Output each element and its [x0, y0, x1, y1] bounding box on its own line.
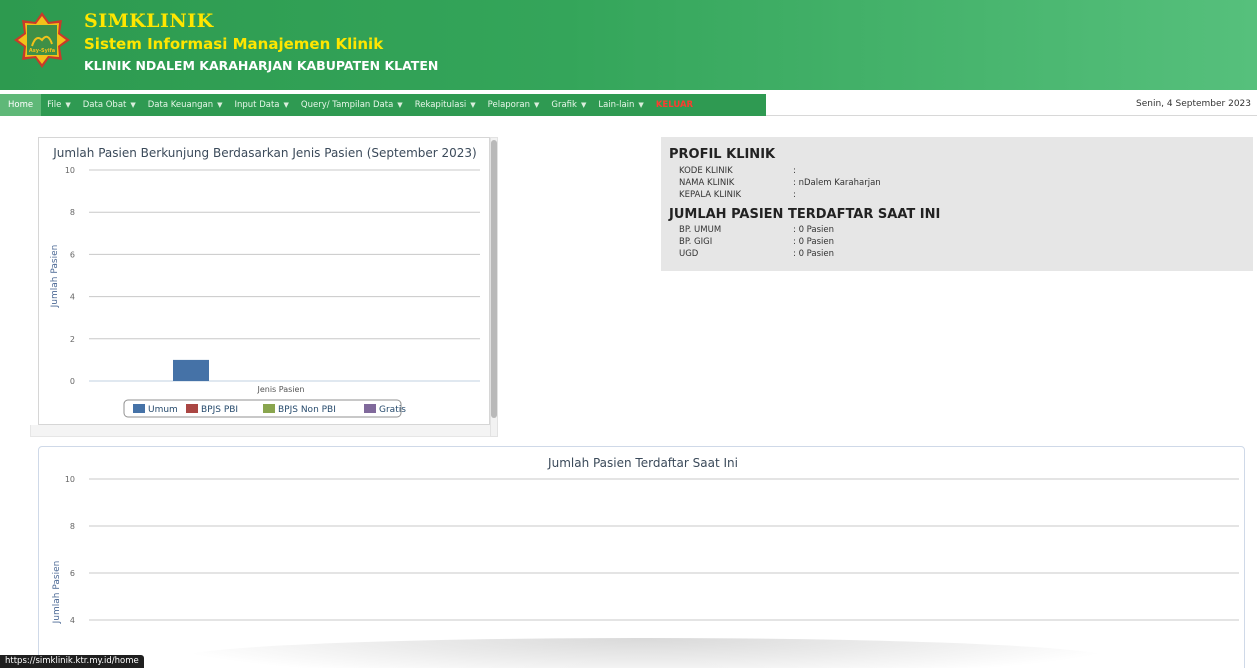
clinic-profile-box: PROFIL KLINIK KODE KLINIK: NAMA KLINIK : … [661, 137, 1253, 271]
y-tick-label: 8 [70, 522, 75, 531]
profile-row: KODE KLINIK: [679, 166, 796, 176]
clinic-logo: Asy-Syifa [14, 12, 70, 68]
menu-data-obat-label: Data Obat [82, 100, 127, 110]
menu-file[interactable]: File ▼ [41, 94, 77, 116]
menu-pelaporan[interactable]: Pelaporan ▼ [482, 94, 546, 116]
menu-lain-lain-label: Lain-lain [598, 100, 635, 110]
profile-row: NAMA KLINIK : nDalem Karaharjan [679, 178, 881, 188]
patient-row: BP. UMUM : 0 Pasien [679, 225, 834, 235]
legend-swatch [263, 404, 275, 413]
x-axis-label: Jenis Pasien [256, 385, 304, 394]
menu-home[interactable]: Home [0, 94, 42, 116]
app-header: Asy-Syifa SIMKLINIK Sistem Informasi Man… [0, 0, 1257, 90]
menu-input-data[interactable]: Input Data ▼ [229, 94, 295, 116]
current-date: Senin, 4 September 2023 [1136, 99, 1251, 109]
chevron-down-icon: ▼ [283, 101, 289, 109]
app-title: SIMKLINIK [84, 10, 214, 32]
legend-swatch [364, 404, 376, 413]
patient-value: : 0 Pasien [793, 225, 835, 235]
chevron-down-icon: ▼ [397, 101, 403, 109]
menu-data-obat[interactable]: Data Obat ▼ [77, 94, 142, 116]
menu-keluar[interactable]: KELUAR [650, 94, 699, 116]
menu-data-keuangan-label: Data Keuangan [147, 100, 214, 110]
legend-swatch [186, 404, 198, 413]
main-menu: Home File ▼ Data Obat ▼ Data Keuangan ▼ Inp… [0, 94, 766, 116]
y-tick-label: 0 [70, 377, 75, 386]
chart1-scrollbar[interactable] [491, 140, 497, 418]
patient-row: UGD : 0 Pasien [679, 249, 834, 259]
y-axis-label: Jumlah Pasien [52, 561, 62, 625]
patient-label: BP. GIGI [679, 237, 713, 247]
patient-label: UGD [679, 249, 699, 259]
profile-value: : [793, 166, 796, 176]
menu-pelaporan-label: Pelaporan [487, 100, 530, 110]
menu-data-keuangan[interactable]: Data Keuangan ▼ [142, 94, 229, 116]
y-tick-label: 2 [70, 335, 75, 344]
profile-row: KEPALA KLINIK: [679, 190, 796, 200]
chevron-down-icon: ▼ [638, 101, 644, 109]
profile-value: : [793, 190, 796, 200]
chart-title: Jumlah Pasien Terdaftar Saat Ini [547, 456, 738, 470]
logo-text: Asy-Syifa [29, 48, 55, 54]
profile-label: KEPALA KLINIK [679, 190, 742, 200]
menu-grafik-label: Grafik [551, 100, 577, 110]
legend-label-umum: Umum [148, 405, 178, 415]
chart-visits-by-type: Jumlah Pasien Berkunjung Berdasarkan Jen… [50, 146, 480, 418]
y-tick-label: 6 [70, 250, 75, 259]
menu-input-data-label: Input Data [234, 100, 280, 110]
menu-query-label: Query/ Tampilan Data [300, 100, 394, 110]
chevron-down-icon: ▼ [470, 101, 476, 109]
chart-visits-panel: Jumlah Pasien Berkunjung Berdasarkan Jen… [38, 137, 490, 425]
chevron-down-icon: ▼ [217, 101, 223, 109]
patient-row: BP. GIGI : 0 Pasien [679, 237, 834, 247]
menu-home-label: Home [8, 100, 34, 110]
menu-rekapitulasi[interactable]: Rekapitulasi ▼ [409, 94, 482, 116]
menu-bar: Home File ▼ Data Obat ▼ Data Keuangan ▼ Inp… [0, 94, 1257, 116]
menu-keluar-label: KELUAR [655, 100, 694, 110]
status-bar-url: https://simklinik.ktr.my.id/home [0, 655, 144, 668]
patient-label: BP. UMUM [679, 225, 722, 235]
legend-label-bpjs-non-pbi: BPJS Non PBI [278, 405, 336, 415]
profile-label: NAMA KLINIK [679, 178, 735, 188]
chevron-down-icon: ▼ [65, 101, 71, 109]
y-tick-label: 4 [70, 616, 75, 625]
y-tick-label: 10 [65, 475, 75, 484]
menu-query[interactable]: Query/ Tampilan Data ▼ [295, 94, 409, 116]
profile-title: PROFIL KLINIK [669, 147, 776, 162]
legend-label-gratis: Gratis [379, 405, 406, 415]
legend-swatch [133, 404, 145, 413]
profile-value: : nDalem Karaharjan [793, 178, 881, 188]
chart1-frame [30, 425, 498, 437]
patients-title: JUMLAH PASIEN TERDAFTAR SAAT INI [669, 207, 941, 222]
patient-value: : 0 Pasien [793, 237, 835, 247]
app-subtitle: Sistem Informasi Manajemen Klinik [84, 35, 384, 53]
menu-lain-lain[interactable]: Lain-lain ▼ [592, 94, 649, 116]
chevron-down-icon: ▼ [580, 101, 587, 109]
y-axis-label: Jumlah Pasien [50, 245, 60, 309]
clinic-name: KLINIK NDALEM KARAHARJAN KABUPATEN KLATE… [84, 58, 439, 73]
chevron-down-icon: ▼ [130, 101, 136, 109]
y-tick-label: 8 [70, 208, 75, 217]
chart-registered-panel: Jumlah Pasien Terdaftar Saat Ini 4 6 8 10 Jum… [38, 446, 1245, 668]
menu-rekapitulasi-label: Rekapitulasi [414, 100, 467, 110]
y-tick-label: 10 [65, 166, 75, 175]
menu-file-label: File [47, 100, 62, 110]
chart-title: Jumlah Pasien Berkunjung Berdasarkan Jen… [52, 146, 476, 160]
y-tick-label: 4 [70, 293, 75, 302]
chevron-down-icon: ▼ [533, 101, 540, 109]
patient-value: : 0 Pasien [793, 249, 835, 259]
menu-grafik[interactable]: Grafik ▼ [545, 94, 592, 116]
legend-label-bpjs-pbi: BPJS PBI [201, 405, 238, 415]
chart-registered-patients: Jumlah Pasien Terdaftar Saat Ini 4 6 8 10 Jum… [52, 456, 1239, 625]
y-tick-label: 6 [70, 569, 75, 578]
bar-umum [173, 359, 209, 381]
profile-label: KODE KLINIK [679, 166, 733, 176]
